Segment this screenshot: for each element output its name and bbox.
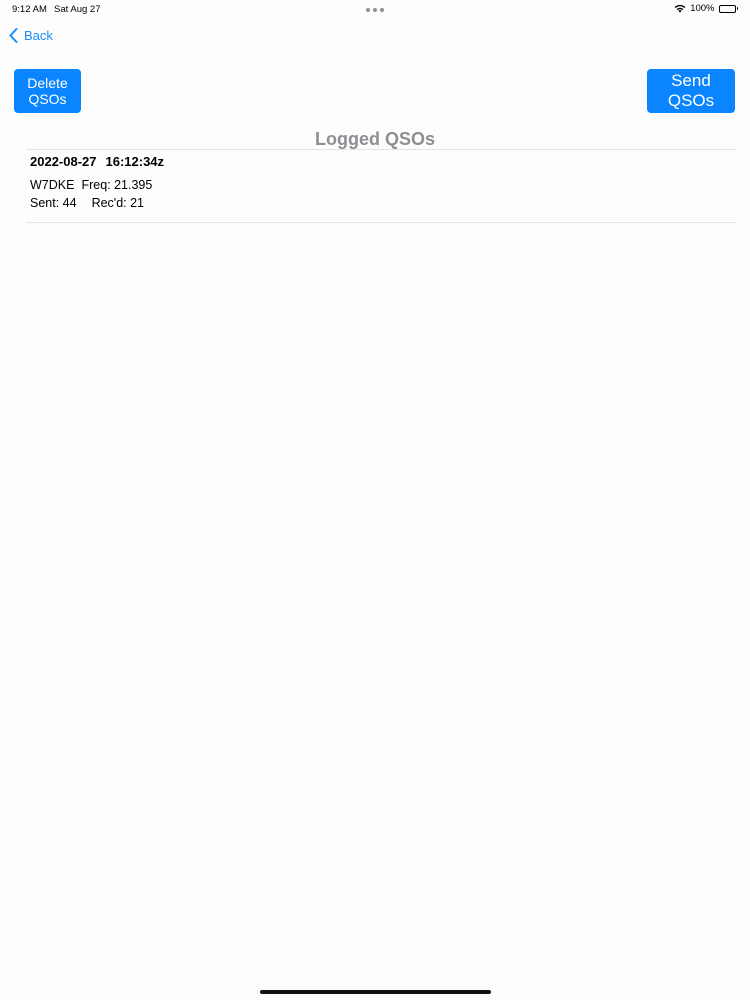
page-title: Logged QSOs [314, 129, 435, 149]
status-right: 100% [674, 3, 738, 14]
status-date: Sat Aug 27 [54, 4, 101, 15]
back-button[interactable]: Back [9, 28, 53, 43]
entry-call-freq: W7DKE Freq: 21.395 [30, 178, 736, 192]
delete-qsos-label: Delete QSOs [27, 74, 68, 107]
send-qsos-button[interactable]: Send QSOs [647, 69, 735, 113]
battery-icon [718, 4, 738, 13]
battery-percent: 100% [690, 3, 715, 14]
chevron-left-icon [9, 28, 24, 43]
list-item[interactable]: 2022-08-27 16:12:34z W7DKE Freq: 21.395 Se… [26, 150, 736, 222]
status-time: 9:12 AM [12, 4, 47, 15]
send-qsos-label: Send QSOs [667, 71, 715, 110]
entry-freq: Freq: 21.395 [81, 178, 153, 192]
qso-list: 2022-08-27 16:12:34z W7DKE Freq: 21.395 Se… [26, 149, 736, 223]
entry-sent: Sent: 44 [30, 196, 77, 210]
home-indicator[interactable] [260, 990, 491, 994]
multitasking-dots-icon[interactable] [366, 8, 384, 12]
back-label: Back [24, 28, 53, 43]
entry-recd: Rec'd: 21 [91, 196, 144, 210]
wifi-icon [674, 4, 686, 13]
delete-qsos-button[interactable]: Delete QSOs [14, 69, 81, 113]
entry-time: 16:12:34z [105, 154, 165, 169]
list-divider [26, 222, 736, 223]
entry-date: 2022-08-27 [30, 154, 97, 169]
entry-datetime: 2022-08-27 16:12:34z [30, 154, 736, 169]
entry-callsign: W7DKE [30, 178, 75, 192]
entry-reports: Sent: 44 Rec'd: 21 [30, 196, 736, 210]
status-bar: 9:12 AM Sat Aug 27 100% [0, 0, 750, 20]
qso-log-screen: 9:12 AM Sat Aug 27 100% Back Delete QSOs… [0, 0, 750, 1000]
